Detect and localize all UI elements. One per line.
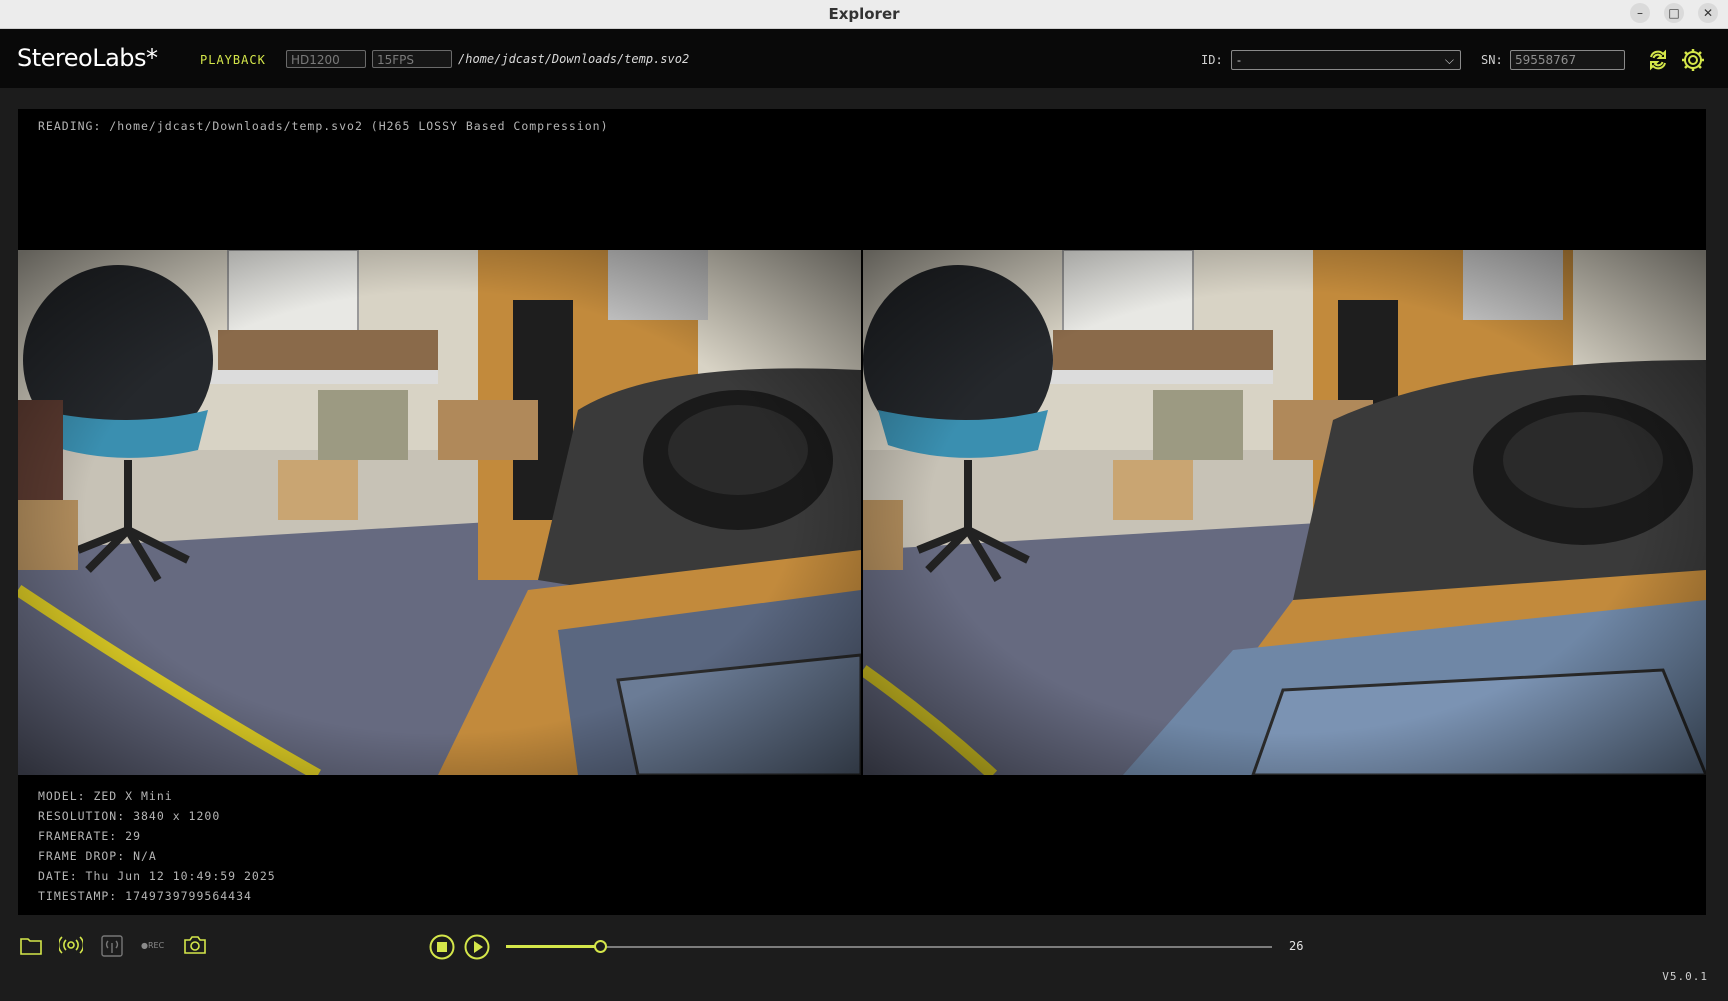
playback-bar: ●REC 26 V5.0.1 [0, 915, 1728, 1001]
mode-label: PLAYBACK [200, 53, 266, 67]
play-icon[interactable] [464, 934, 490, 960]
id-label: ID: [1201, 53, 1223, 67]
record-button[interactable]: ●REC [141, 941, 164, 950]
stream-icon[interactable] [59, 935, 83, 955]
frame-drop-info: FRAME DROP: N/A [38, 849, 157, 863]
sync-icon[interactable] [1645, 47, 1671, 73]
stop-icon[interactable] [429, 934, 455, 960]
sn-label: SN: [1481, 53, 1503, 67]
close-button[interactable]: ✕ [1698, 3, 1718, 23]
window-titlebar: Explorer – □ ✕ [0, 0, 1728, 29]
chevron-down-icon: ⌵ [1444, 53, 1454, 67]
brand-logo: StereoLabs* [17, 44, 158, 72]
gear-icon[interactable] [1680, 47, 1706, 73]
right-camera-image [863, 250, 1706, 775]
network-stream-icon[interactable] [101, 935, 123, 957]
serial-number-field[interactable]: 59558767 [1510, 50, 1625, 70]
camera-icon[interactable] [183, 935, 207, 955]
resolution-field[interactable]: HD1200 [286, 50, 366, 68]
app-header: StereoLabs* PLAYBACK HD1200 15FPS /home/… [0, 29, 1728, 88]
left-camera-image [18, 250, 861, 775]
date-info: DATE: Thu Jun 12 10:49:59 2025 [38, 869, 276, 883]
timeline-progress [506, 945, 601, 948]
camera-id-select[interactable]: - ⌵ [1231, 50, 1461, 70]
resolution-info: RESOLUTION: 3840 x 1200 [38, 809, 221, 823]
camera-id-value: - [1237, 53, 1241, 67]
frame-counter: 26 [1289, 939, 1304, 953]
timestamp-info: TIMESTAMP: 1749739799564434 [38, 889, 252, 903]
timeline-track[interactable] [506, 946, 1272, 948]
file-path: /home/jdcast/Downloads/temp.svo2 [458, 52, 690, 66]
framerate-info: FRAMERATE: 29 [38, 829, 142, 843]
model-info: MODEL: ZED X Mini [38, 789, 173, 803]
video-viewport: READING: /home/jdcast/Downloads/temp.svo… [18, 109, 1706, 915]
version-label: V5.0.1 [1662, 970, 1708, 983]
reading-status: READING: /home/jdcast/Downloads/temp.svo… [38, 119, 609, 133]
minimize-button[interactable]: – [1630, 3, 1650, 23]
folder-icon[interactable] [20, 935, 42, 955]
timeline-thumb[interactable] [594, 940, 608, 953]
camera-info-panel: MODEL: ZED X Mini RESOLUTION: 3840 x 120… [38, 786, 276, 906]
fps-field[interactable]: 15FPS [372, 50, 452, 68]
maximize-button[interactable]: □ [1664, 3, 1684, 23]
window-title: Explorer [828, 5, 900, 23]
